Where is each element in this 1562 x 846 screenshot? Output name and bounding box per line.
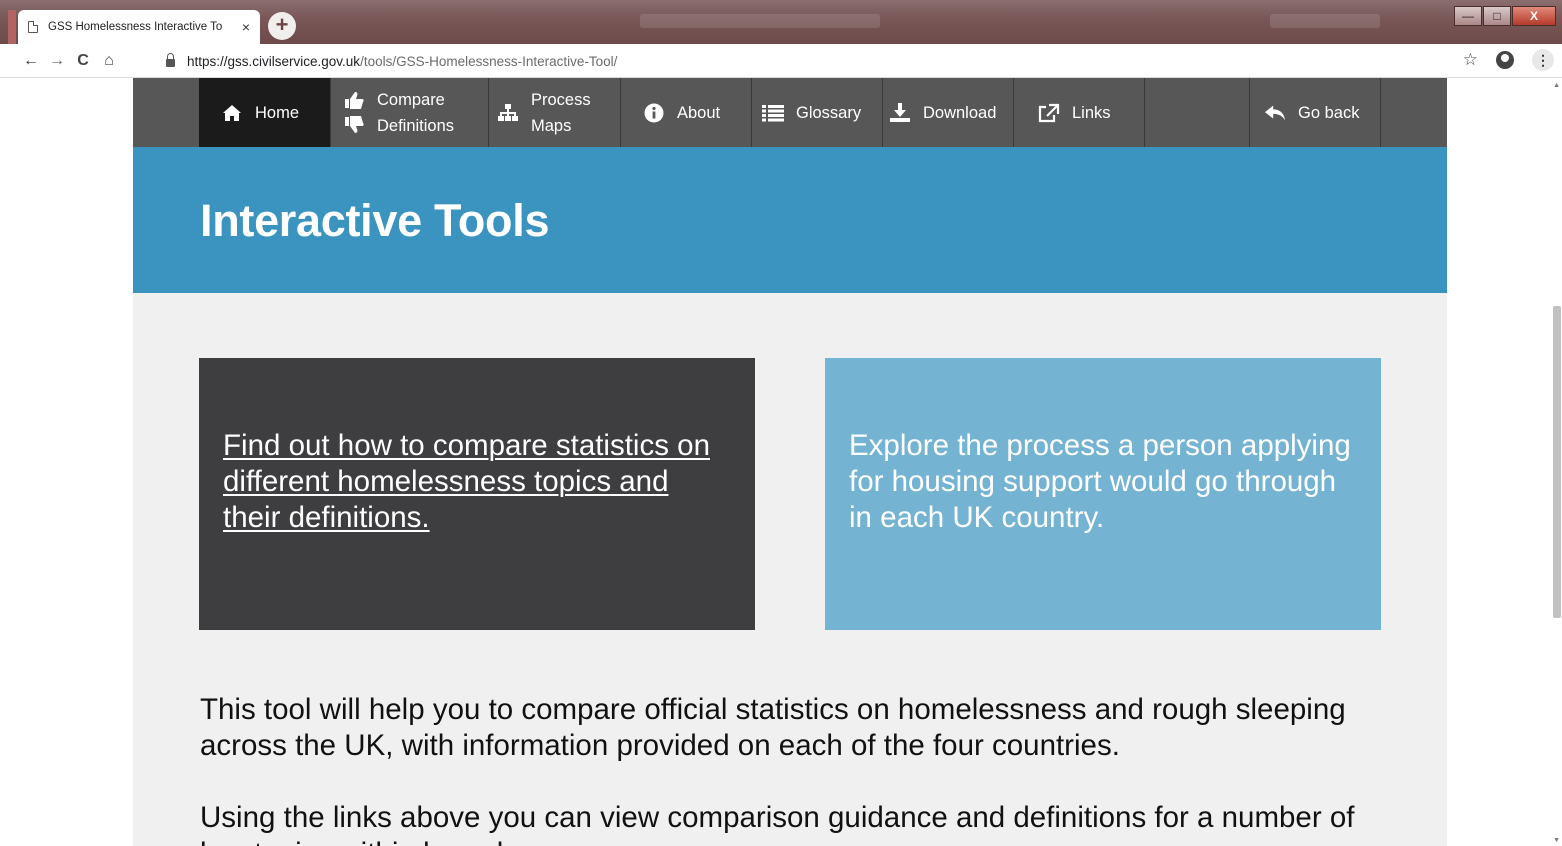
url-field[interactable]: https://gss.civilservice.gov.uk/tools/GS… [152,49,617,73]
nav-glossary[interactable]: Glossary [752,78,883,147]
process-card[interactable]: Explore the process a person applying fo… [825,358,1381,630]
hero-banner: Interactive Tools [133,147,1447,293]
reply-arrow-icon [1264,104,1286,122]
browser-titlebar: GSS Homelessness Interactive To × + — □ … [0,0,1562,44]
close-window-button[interactable]: X [1512,6,1556,26]
blurred-title [640,14,880,28]
page-title: Interactive Tools [200,195,550,246]
nav-about[interactable]: About [621,78,752,147]
profile-icon[interactable] [1496,51,1514,69]
nav-process-maps[interactable]: Process Maps [489,78,621,147]
nav-about-label: About [677,103,721,122]
download-icon [889,102,911,123]
nav-glossary-label: Glossary [796,103,862,122]
new-tab-button[interactable]: + [268,12,296,40]
top-navigation: Home Compare Definitions Process Maps Ab… [133,78,1447,147]
compare-card: Find out how to compare statistics on di… [199,358,755,630]
sitemap-icon [497,103,519,123]
back-button[interactable]: ← [18,52,44,70]
nav-go-back[interactable]: Go back [1250,78,1381,147]
address-bar: ← → C ⌂ https://gss.civilservice.gov.uk /… [0,44,1562,78]
page-icon [28,21,38,33]
nav-compare-definitions-label: Compare Definitions [377,87,454,139]
page-viewport: Home Compare Definitions Process Maps Ab… [0,78,1562,846]
process-card-text: Explore the process a person applying fo… [849,429,1351,534]
bookmark-star-icon[interactable]: ☆ [1463,50,1478,70]
page-scrollbar[interactable]: ▲ ▼ [1552,78,1562,846]
nav-download[interactable]: Download [883,78,1014,147]
browser-tab[interactable]: GSS Homelessness Interactive To × [18,10,260,44]
forward-button[interactable]: → [44,52,70,70]
titlebar-accent [8,10,16,44]
thumbs-up-down-icon [343,91,365,135]
toolbar-right: ☆ ⋮ [1463,49,1554,71]
site-container: Home Compare Definitions Process Maps Ab… [133,78,1447,846]
browser-menu-button[interactable]: ⋮ [1532,49,1554,71]
lock-icon [166,53,175,67]
nav-compare-line2: Definitions [377,116,455,135]
reload-button[interactable]: C [70,52,96,70]
tab-title: GSS Homelessness Interactive To [48,21,223,33]
list-icon [762,104,784,122]
nav-compare-definitions[interactable]: Compare Definitions [331,78,489,147]
nav-home-label: Home [255,103,300,122]
nav-go-back-label: Go back [1298,103,1360,122]
nav-links[interactable]: Links [1014,78,1145,147]
nav-process-line2: Maps [531,116,572,135]
maximize-button[interactable]: □ [1483,6,1511,26]
intro-paragraph: This tool will help you to compare offic… [200,693,1346,762]
scrollbar-thumb[interactable] [1553,306,1561,618]
compare-statistics-link[interactable]: Find out how to compare statistics on di… [223,429,710,534]
scroll-up-arrow-icon[interactable]: ▲ [1553,82,1560,89]
nav-process-line1: Process [531,90,591,109]
url-host: https://gss.civilservice.gov.uk [187,53,361,69]
links-paragraph: Using the links above you can view compa… [200,801,1355,846]
home-icon [221,104,243,122]
external-link-icon [1038,103,1060,123]
nav-compare-line1: Compare [377,90,445,109]
scroll-down-arrow-icon[interactable]: ▼ [1553,837,1560,844]
home-button[interactable]: ⌂ [96,52,122,70]
blurred-user [1270,14,1380,28]
info-circle-icon [643,103,665,123]
nav-process-maps-label: Process Maps [531,87,591,139]
nav-spacer [1145,78,1250,147]
window-controls: — □ X [1454,6,1556,26]
tab-close-icon[interactable]: × [242,19,250,35]
minimize-button[interactable]: — [1454,6,1482,26]
nav-home[interactable]: Home [199,78,331,147]
url-path: /tools/GSS-Homelessness-Interactive-Tool… [360,53,618,69]
nav-download-label: Download [923,103,997,122]
nav-links-label: Links [1072,103,1111,122]
